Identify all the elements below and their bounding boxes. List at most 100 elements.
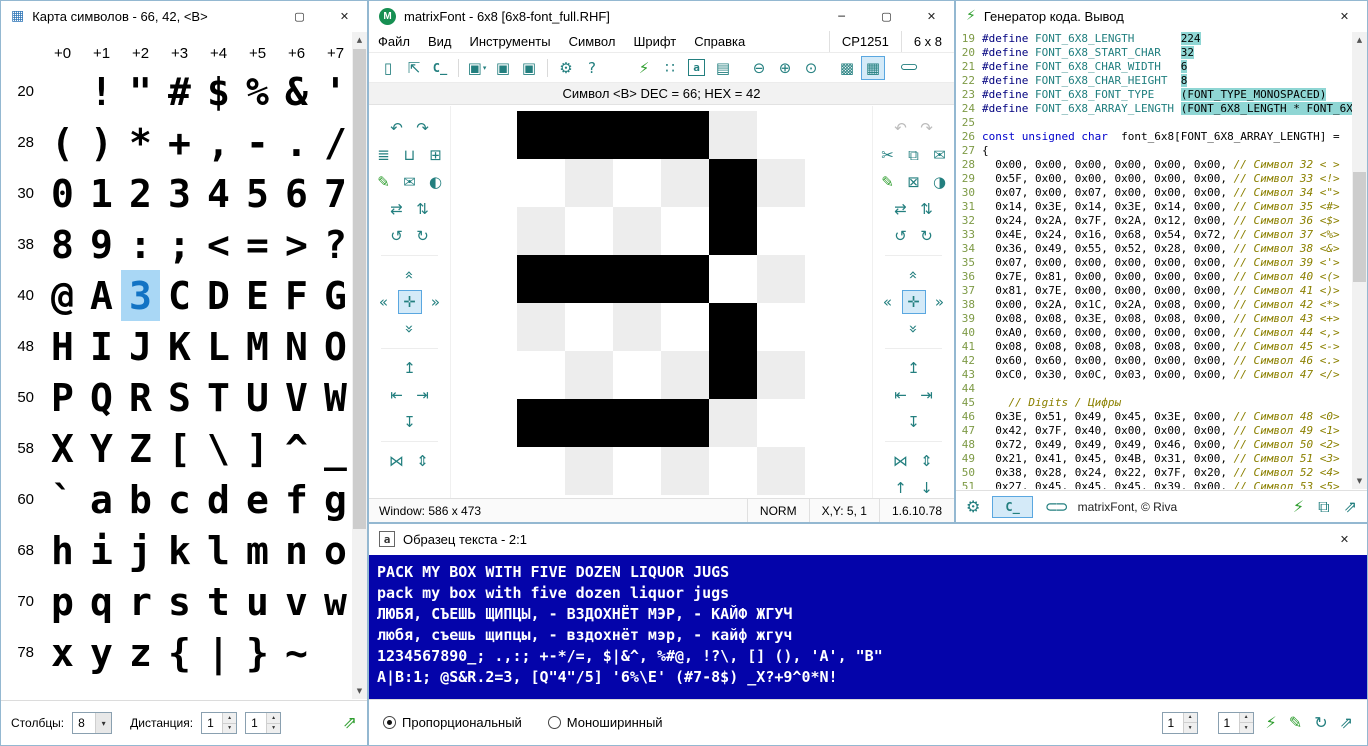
pixel-cell[interactable] bbox=[757, 447, 805, 495]
charmap-cell[interactable]: = bbox=[238, 219, 277, 270]
close-button[interactable]: ✕ bbox=[322, 1, 367, 31]
charmap-cell[interactable]: ~ bbox=[277, 627, 316, 678]
charmap-cell[interactable]: 1 bbox=[82, 168, 121, 219]
pixel-cell[interactable] bbox=[709, 111, 757, 159]
output-window-icon[interactable]: ▤ bbox=[711, 56, 735, 80]
charmap-cell[interactable]: 3 bbox=[160, 168, 199, 219]
charmap-cell[interactable]: s bbox=[160, 576, 199, 627]
next-char-icon[interactable]: ↓ bbox=[915, 476, 939, 500]
menu-item[interactable]: Справка bbox=[685, 34, 754, 49]
charmap-cell[interactable]: h bbox=[43, 525, 82, 576]
nudge-down-icon[interactable]: » bbox=[398, 317, 422, 341]
zoom-out-icon[interactable]: ⊖ bbox=[747, 56, 771, 80]
charmap-cell[interactable]: Q bbox=[82, 372, 121, 423]
charmap-cell[interactable]: T bbox=[199, 372, 238, 423]
edit-icon[interactable]: ✎ bbox=[1289, 713, 1302, 732]
charmap-titlebar[interactable]: ▦ Карта символов - 66, 42, <B> ▢ ✕ bbox=[1, 1, 367, 31]
redo-icon[interactable]: ↷ bbox=[915, 116, 939, 140]
save-as-icon[interactable]: ▣ bbox=[517, 56, 541, 80]
distance-x-spinner[interactable]: 1 ▲▼ bbox=[201, 712, 237, 734]
charmap-cell[interactable]: % bbox=[238, 66, 277, 117]
charmap-cell[interactable]: C bbox=[160, 270, 199, 321]
charmap-cell[interactable]: u bbox=[238, 576, 277, 627]
menu-item[interactable]: Шрифт bbox=[624, 34, 685, 49]
charmap-cell[interactable]: A bbox=[82, 270, 121, 321]
spinner-up-icon[interactable]: ▲ bbox=[1184, 713, 1197, 724]
charmap-cell[interactable]: ( bbox=[43, 117, 82, 168]
charmap-cell[interactable]: ; bbox=[160, 219, 199, 270]
canvas-size-icon[interactable]: ⊞ bbox=[424, 143, 448, 167]
charmap-cell[interactable]: x bbox=[43, 627, 82, 678]
charmap-cell[interactable]: S bbox=[160, 372, 199, 423]
shift-bottom-icon[interactable]: ↧ bbox=[902, 410, 926, 434]
sample-titlebar[interactable]: a Образец текста - 2:1 ✕ bbox=[369, 524, 1367, 554]
spinner-down-icon[interactable]: ▼ bbox=[267, 724, 280, 734]
refresh-icon[interactable]: ↻ bbox=[1314, 713, 1327, 732]
grid-toggle-icon[interactable]: ▦ bbox=[861, 56, 885, 80]
pixel-cell[interactable] bbox=[613, 207, 661, 255]
charmap-cell[interactable]: l bbox=[199, 525, 238, 576]
charmap-cell[interactable]: > bbox=[277, 219, 316, 270]
close-button[interactable]: ✕ bbox=[1322, 1, 1367, 31]
charmap-cell[interactable] bbox=[316, 627, 355, 678]
charmap-cell[interactable]: a bbox=[82, 474, 121, 525]
charmap-cell[interactable]: z bbox=[121, 627, 160, 678]
close-button[interactable]: ✕ bbox=[909, 1, 954, 31]
pixel-cell[interactable] bbox=[613, 111, 661, 159]
pixel-cell[interactable] bbox=[565, 303, 613, 351]
radio-monospaced[interactable]: Моноширинный bbox=[548, 715, 663, 730]
spacing-y-spinner[interactable]: 1 ▲▼ bbox=[1218, 712, 1254, 734]
select-frame-icon[interactable]: ⊠ bbox=[902, 170, 926, 194]
nudge-left-icon[interactable]: « bbox=[876, 290, 900, 314]
zoom-actual-icon[interactable]: ⊙ bbox=[799, 56, 823, 80]
checkerboard-toggle-icon[interactable]: ▩ bbox=[835, 56, 859, 80]
mirror-horizontal-icon[interactable]: ⇄ bbox=[889, 197, 913, 221]
charmap-cell[interactable]: _ bbox=[316, 423, 355, 474]
scroll-down-icon[interactable]: ▼ bbox=[352, 683, 367, 699]
copy-icon[interactable]: ⧉ bbox=[1318, 497, 1329, 517]
rotate-left-icon[interactable]: ↺ bbox=[385, 224, 409, 248]
charmap-cell[interactable]: e bbox=[238, 474, 277, 525]
minimize-button[interactable]: ─ bbox=[819, 1, 864, 31]
spinner-down-icon[interactable]: ▼ bbox=[1240, 723, 1253, 733]
maximize-button[interactable]: ▢ bbox=[277, 1, 322, 31]
charmap-cell[interactable]: q bbox=[82, 576, 121, 627]
charmap-cell[interactable]: M bbox=[238, 321, 277, 372]
pixel-cell[interactable] bbox=[709, 399, 757, 447]
save-icon[interactable]: ▣ bbox=[491, 56, 515, 80]
charmap-cell[interactable]: 5 bbox=[238, 168, 277, 219]
crop-icon[interactable]: ⊔ bbox=[398, 143, 422, 167]
paste-icon[interactable]: ✉ bbox=[928, 143, 952, 167]
spinner-down-icon[interactable]: ▼ bbox=[1184, 723, 1197, 733]
pixel-cell[interactable] bbox=[565, 447, 613, 495]
pixel-cell[interactable] bbox=[757, 399, 805, 447]
charmap-cell[interactable]: : bbox=[121, 219, 160, 270]
charmap-scrollbar[interactable]: ▲ ▼ bbox=[352, 32, 367, 699]
spinner-up-icon[interactable]: ▲ bbox=[1240, 713, 1253, 724]
charmap-cell[interactable]: V bbox=[277, 372, 316, 423]
rotate-right-icon[interactable]: ↻ bbox=[411, 224, 435, 248]
charmap-cell[interactable]: @ bbox=[43, 270, 82, 321]
charmap-cell[interactable]: U bbox=[238, 372, 277, 423]
charmap-cell[interactable]: [ bbox=[160, 423, 199, 474]
pixel-cell[interactable] bbox=[517, 303, 565, 351]
zoom-in-icon[interactable]: ⊕ bbox=[773, 56, 797, 80]
pixel-cell[interactable] bbox=[661, 399, 709, 447]
charmap-cell[interactable]: r bbox=[121, 576, 160, 627]
charmap-cell[interactable]: Z bbox=[121, 423, 160, 474]
charmap-cell[interactable]: ! bbox=[82, 66, 121, 117]
shift-left-icon[interactable]: ⇤ bbox=[889, 383, 913, 407]
scroll-down-icon[interactable]: ▼ bbox=[1352, 473, 1367, 489]
radio-proportional[interactable]: Пропорциональный bbox=[383, 715, 522, 730]
pencil-icon[interactable]: ✎ bbox=[372, 170, 396, 194]
undo-icon[interactable]: ↶ bbox=[889, 116, 913, 140]
scroll-thumb[interactable] bbox=[1353, 172, 1366, 282]
squeeze-height-icon[interactable]: ⇕ bbox=[915, 449, 939, 473]
charmap-cell[interactable]: E bbox=[238, 270, 277, 321]
shift-bottom-icon[interactable]: ↧ bbox=[398, 410, 422, 434]
charmap-cell[interactable]: J bbox=[121, 321, 160, 372]
shift-top-icon[interactable]: ↥ bbox=[902, 356, 926, 380]
charmap-cell[interactable]: , bbox=[199, 117, 238, 168]
help-icon[interactable]: ? bbox=[580, 56, 604, 80]
charmap-cell[interactable]: { bbox=[160, 627, 199, 678]
